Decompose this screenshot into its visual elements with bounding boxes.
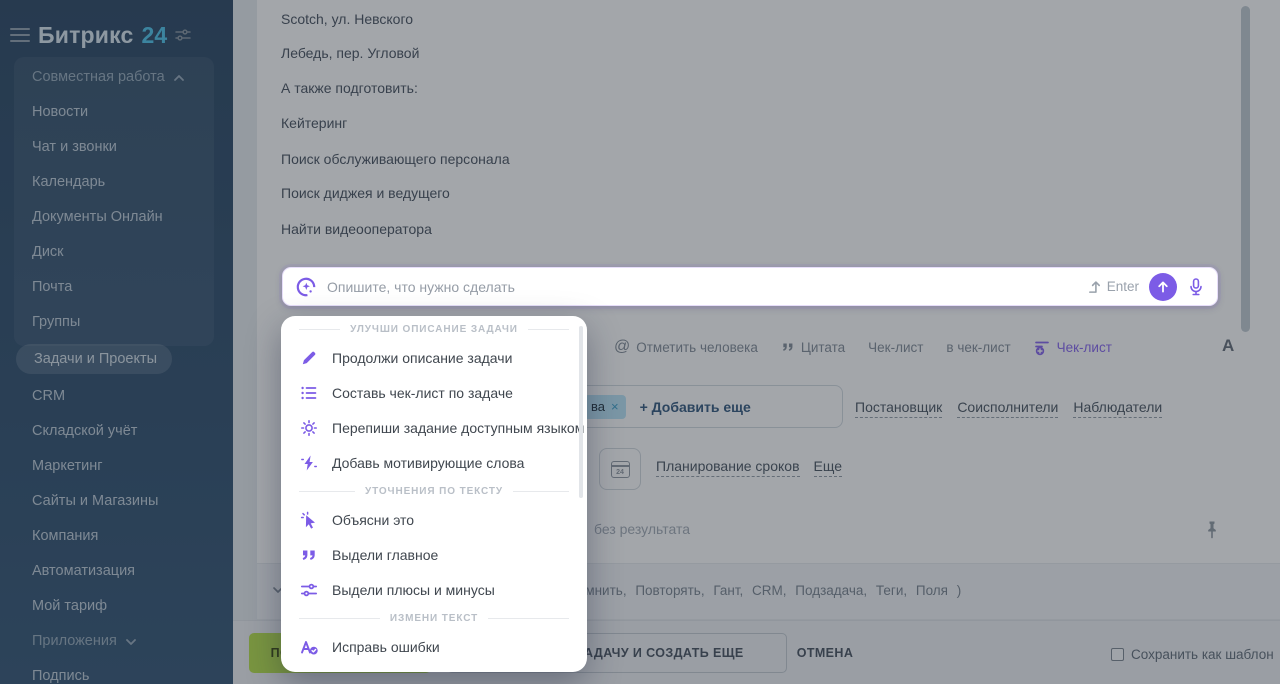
menu-item-explain[interactable]: Объясни это	[281, 502, 587, 537]
menu-section-improve: УЛУЧШИ ОПИСАНИЕ ЗАДАЧИ	[281, 318, 587, 340]
menu-scrollbar[interactable]	[579, 326, 583, 498]
menu-item-label: Добавь мотивирующие слова	[332, 455, 524, 471]
menu-item-label: Выдели плюсы и минусы	[332, 582, 495, 598]
menu-item-add-motivation[interactable]: Добавь мотивирующие слова	[281, 445, 587, 480]
menu-section-clarify: УТОЧНЕНИЯ ПО ТЕКСТУ	[281, 480, 587, 502]
enter-hint: Enter	[1087, 278, 1139, 295]
menu-item-rewrite-simple[interactable]: Перепиши задание доступным языком	[281, 410, 587, 445]
menu-item-label: Продолжи описание задачи	[332, 350, 512, 366]
arrow-up-icon	[1156, 280, 1170, 294]
copilot-menu: УЛУЧШИ ОПИСАНИЕ ЗАДАЧИ Продолжи описание…	[281, 316, 587, 672]
enter-label: Enter	[1107, 279, 1139, 294]
menu-item-continue-description[interactable]: Продолжи описание задачи	[281, 340, 587, 375]
menu-item-label: Объясни это	[332, 512, 414, 528]
menu-item-label: Составь чек-лист по задаче	[332, 385, 513, 401]
bitrix24-task-screen: Битрикс 24 Совместная работа Новости Чат…	[0, 0, 1280, 684]
equalizer-icon	[299, 581, 319, 599]
quotes-icon	[299, 546, 319, 564]
menu-item-highlight-main[interactable]: Выдели главное	[281, 537, 587, 572]
menu-section-edit: ИЗМЕНИ ТЕКСТ	[281, 607, 587, 629]
copilot-bar: Enter	[282, 267, 1218, 306]
copilot-input[interactable]	[327, 279, 1077, 295]
pen-icon	[299, 349, 319, 367]
spellcheck-icon	[299, 638, 319, 656]
menu-item-label: Исправь ошибки	[332, 639, 440, 655]
menu-item-label: Перепиши задание доступным языком	[332, 420, 584, 436]
bullet-list-icon	[299, 384, 319, 402]
copilot-icon	[295, 276, 317, 298]
cursor-spark-icon	[299, 511, 319, 529]
menu-item-make-checklist[interactable]: Составь чек-лист по задаче	[281, 375, 587, 410]
send-button[interactable]	[1149, 273, 1177, 301]
menu-item-label: Выдели главное	[332, 547, 438, 563]
dim-overlay	[0, 0, 1280, 684]
menu-item-partial[interactable]	[281, 664, 587, 672]
enter-key-icon	[1087, 278, 1102, 295]
lightning-icon	[299, 454, 319, 472]
menu-item-fix-errors[interactable]: Исправь ошибки	[281, 629, 587, 664]
menu-item-pros-cons[interactable]: Выдели плюсы и минусы	[281, 572, 587, 607]
sun-icon	[299, 419, 319, 437]
microphone-icon	[1187, 277, 1205, 297]
microphone-button[interactable]	[1187, 277, 1205, 297]
